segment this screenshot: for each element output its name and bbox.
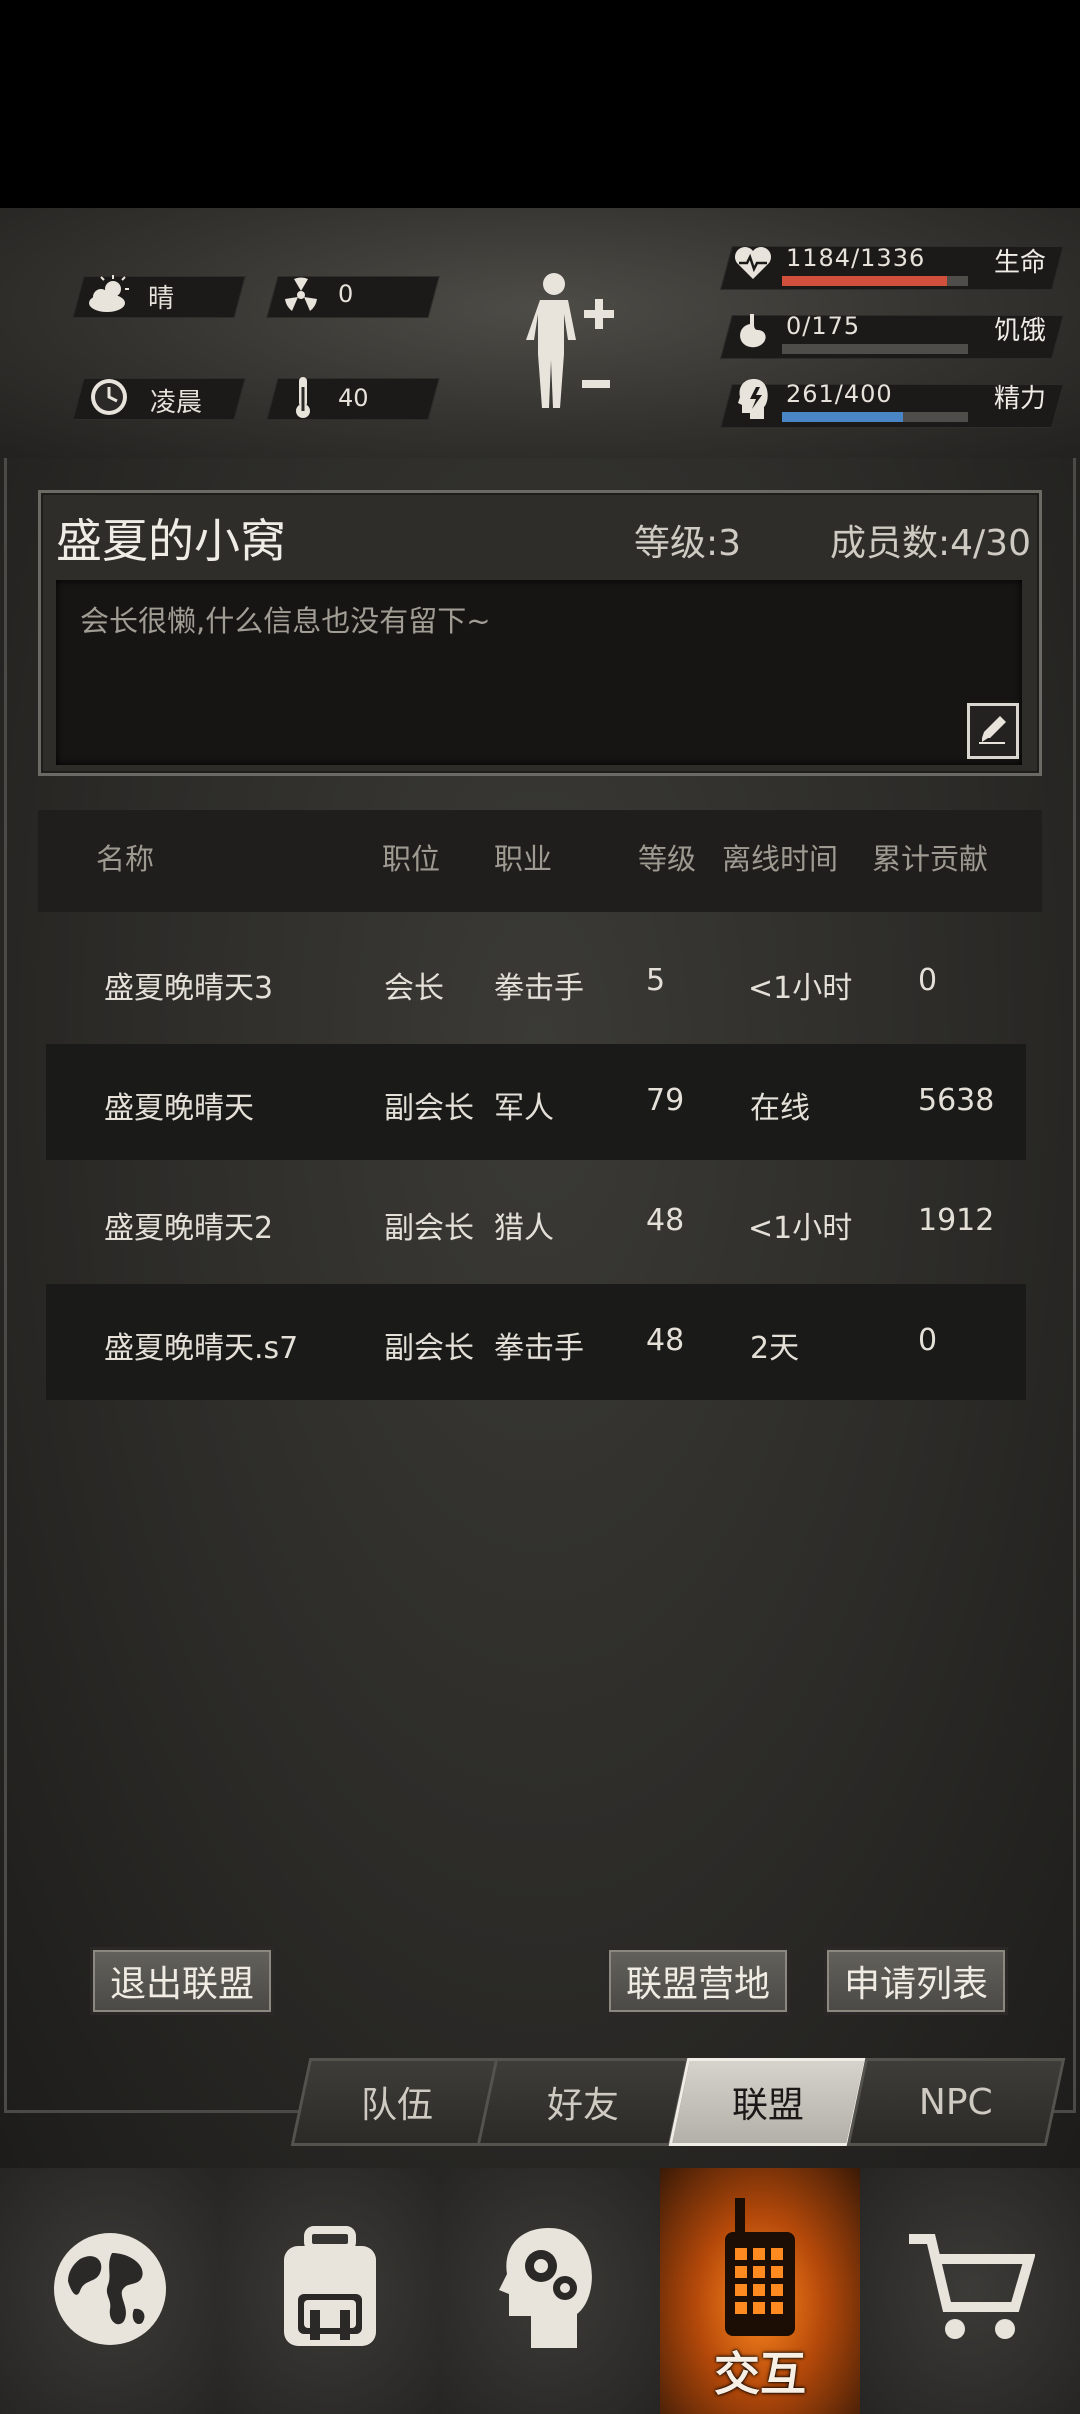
member-contribution: 0 [918, 963, 938, 998]
tab-npc[interactable]: NPC [846, 2058, 1066, 2146]
member-position: 会长 [384, 971, 444, 1006]
edit-icon [976, 712, 1010, 750]
member-contribution: 0 [918, 1323, 938, 1358]
nav-inventory[interactable] [220, 2168, 442, 2414]
member-level: 48 [646, 1203, 685, 1238]
cloud-sun-icon [84, 270, 134, 320]
weather-label: 晴 [148, 284, 175, 314]
member-offline-time: 2天 [750, 1331, 800, 1366]
application-list-button[interactable]: 申请列表 [824, 1947, 1008, 2015]
member-position: 副会长 [384, 1331, 474, 1366]
header-contribution: 累计贡献 [872, 842, 989, 876]
nav-shop[interactable] [860, 2168, 1080, 2414]
member-contribution: 1912 [918, 1203, 995, 1238]
energy-value: 261/400 [786, 380, 893, 408]
guild-name: 盛夏的小窝 [56, 514, 286, 568]
tab-guild[interactable]: 联盟 [668, 2058, 868, 2146]
clock-icon [84, 372, 134, 422]
member-level: 48 [646, 1323, 685, 1358]
member-position: 副会长 [384, 1091, 474, 1126]
health-bar [782, 276, 968, 286]
health-label: 生命 [994, 248, 1047, 278]
header-name: 名称 [96, 842, 155, 876]
walkie-talkie-icon [715, 2198, 805, 2342]
energy-bar [782, 412, 968, 422]
member-name: 盛夏晚晴天 [104, 1091, 254, 1126]
hunger-value: 0/175 [786, 312, 861, 340]
leave-guild-button[interactable]: 退出联盟 [90, 1947, 274, 2015]
member-contribution: 5638 [918, 1083, 995, 1118]
edit-description-button[interactable] [967, 703, 1019, 759]
header-offline-time: 离线时间 [722, 842, 839, 876]
member-profession: 军人 [494, 1091, 554, 1126]
member-level: 5 [646, 963, 666, 998]
member-level: 79 [646, 1083, 685, 1118]
time-label: 凌晨 [150, 388, 203, 418]
backpack-icon [270, 2224, 390, 2358]
hunger-bar [782, 344, 968, 354]
heart-icon [728, 238, 778, 288]
member-name: 盛夏晚晴天3 [104, 971, 274, 1006]
member-profession: 拳击手 [494, 971, 584, 1006]
tab-friends-label: 好友 [546, 2085, 619, 2126]
member-offline-time: 在线 [750, 1091, 810, 1126]
header-level: 等级 [638, 842, 697, 876]
thermometer-icon [278, 372, 328, 422]
temperature-value: 40 [338, 384, 369, 412]
member-name: 盛夏晚晴天.s7 [104, 1331, 299, 1366]
nav-interact[interactable]: 交互 [660, 2168, 862, 2414]
header-profession: 职业 [494, 842, 553, 876]
radiation-value: 0 [338, 280, 354, 308]
member-name: 盛夏晚晴天2 [104, 1211, 274, 1246]
nav-skills[interactable] [440, 2168, 662, 2414]
tab-team-label: 队伍 [360, 2085, 433, 2126]
radiation-icon [276, 270, 326, 320]
guild-level: 等级:3 [634, 523, 742, 564]
globe-icon [50, 2229, 170, 2353]
member-profession: 猎人 [494, 1211, 554, 1246]
tab-guild-label: 联盟 [731, 2085, 804, 2126]
energy-head-icon [728, 374, 778, 424]
member-offline-time: <1小时 [748, 971, 853, 1006]
tab-npc-label: NPC [919, 2081, 993, 2123]
tab-team[interactable]: 队伍 [290, 2058, 504, 2146]
header-position: 职位 [382, 842, 441, 876]
nav-map[interactable] [0, 2168, 222, 2414]
member-position: 副会长 [384, 1211, 474, 1246]
cart-icon [905, 2229, 1036, 2353]
guild-description: 会长很懒,什么信息也没有留下~ [80, 604, 491, 638]
guild-member-count: 成员数:4/30 [830, 523, 1031, 564]
stomach-icon [728, 306, 778, 356]
member-offline-time: <1小时 [748, 1211, 853, 1246]
hunger-label: 饥饿 [994, 316, 1047, 346]
member-profession: 拳击手 [494, 1331, 584, 1366]
health-value: 1184/1336 [786, 244, 926, 272]
guild-camp-button[interactable]: 联盟营地 [606, 1947, 790, 2015]
energy-label: 精力 [994, 384, 1047, 414]
body-status-icon[interactable] [518, 270, 628, 430]
nav-interact-label: 交互 [714, 2347, 806, 2401]
skills-head-icon [495, 2224, 605, 2358]
tab-friends[interactable]: 好友 [476, 2058, 690, 2146]
